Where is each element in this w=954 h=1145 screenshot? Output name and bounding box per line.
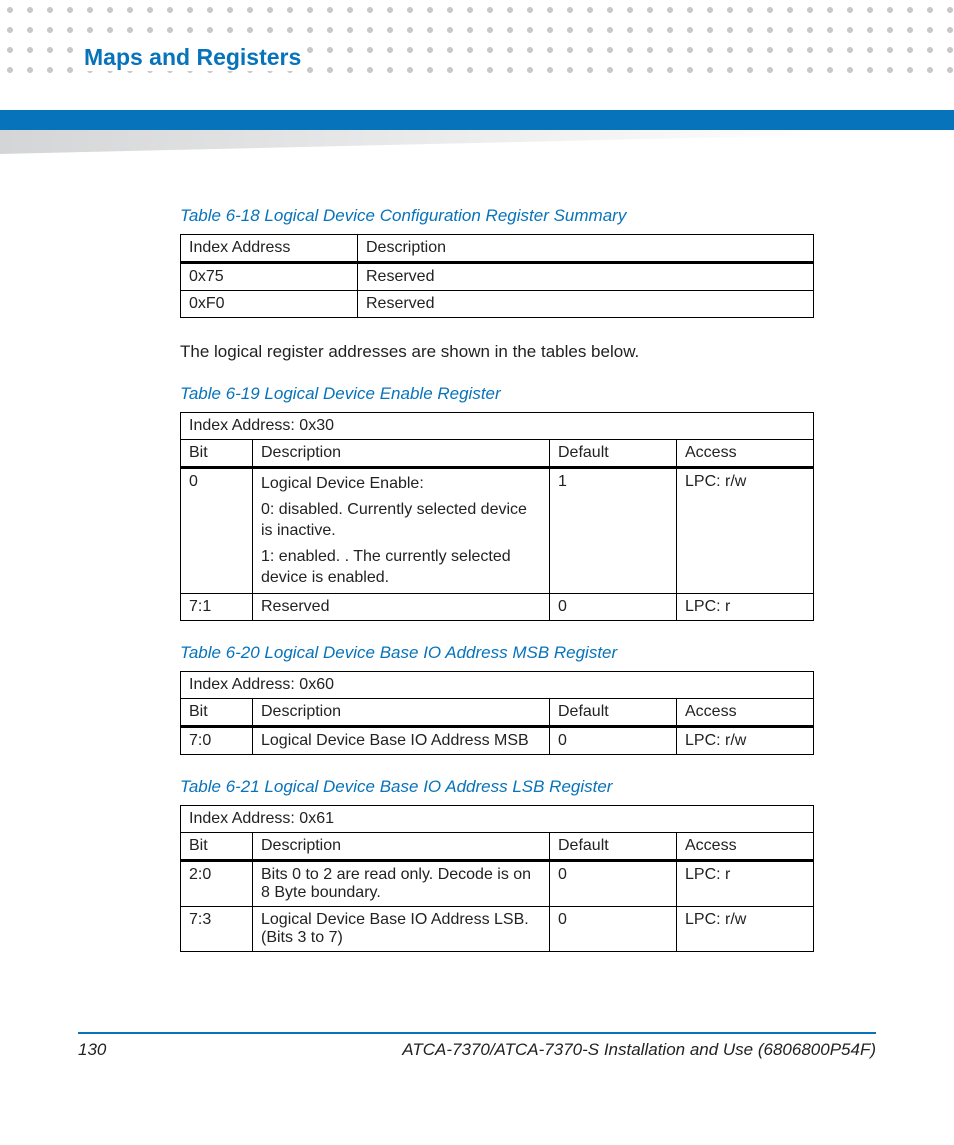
table-address: Index Address: 0x60 bbox=[181, 671, 814, 698]
table-6-20: Index Address: 0x60 Bit Description Defa… bbox=[180, 671, 814, 755]
col-header: Description bbox=[253, 440, 550, 468]
header-rule bbox=[0, 110, 954, 130]
cell: LPC: r bbox=[677, 860, 814, 906]
cell-line: Logical Device Enable: bbox=[261, 473, 541, 495]
col-header: Access bbox=[677, 698, 814, 726]
cell: 0x75 bbox=[181, 263, 358, 291]
table-caption: Table 6-18 Logical Device Configuration … bbox=[180, 206, 814, 226]
col-header: Description bbox=[253, 698, 550, 726]
cell: 0 bbox=[550, 593, 677, 620]
col-header: Default bbox=[550, 440, 677, 468]
col-header: Default bbox=[550, 698, 677, 726]
col-header: Index Address bbox=[181, 235, 358, 263]
header-shadow bbox=[0, 130, 954, 154]
page-content: Table 6-18 Logical Device Configuration … bbox=[0, 154, 954, 972]
cell: 2:0 bbox=[181, 860, 253, 906]
cell: Logical Device Base IO Address MSB bbox=[253, 726, 550, 754]
cell: 0 bbox=[550, 906, 677, 951]
table-caption: Table 6-19 Logical Device Enable Registe… bbox=[180, 384, 814, 404]
col-header: Description bbox=[253, 832, 550, 860]
cell: LPC: r/w bbox=[677, 906, 814, 951]
cell: 7:0 bbox=[181, 726, 253, 754]
table-6-21: Index Address: 0x61 Bit Description Defa… bbox=[180, 805, 814, 952]
col-header: Default bbox=[550, 832, 677, 860]
col-header: Description bbox=[358, 235, 814, 263]
cell: 7:1 bbox=[181, 593, 253, 620]
cell: LPC: r bbox=[677, 593, 814, 620]
table-6-19: Index Address: 0x30 Bit Description Defa… bbox=[180, 412, 814, 621]
cell: 1 bbox=[550, 468, 677, 594]
cell: Logical Device Enable: 0: disabled. Curr… bbox=[253, 468, 550, 594]
col-header: Bit bbox=[181, 832, 253, 860]
table-caption: Table 6-21 Logical Device Base IO Addres… bbox=[180, 777, 814, 797]
cell: 7:3 bbox=[181, 906, 253, 951]
section-title: Maps and Registers bbox=[78, 44, 307, 71]
cell: 0 bbox=[550, 726, 677, 754]
col-header: Access bbox=[677, 440, 814, 468]
table-address: Index Address: 0x30 bbox=[181, 413, 814, 440]
cell: LPC: r/w bbox=[677, 726, 814, 754]
table-address: Index Address: 0x61 bbox=[181, 805, 814, 832]
table-caption: Table 6-20 Logical Device Base IO Addres… bbox=[180, 643, 814, 663]
col-header: Bit bbox=[181, 698, 253, 726]
cell: 0 bbox=[181, 468, 253, 594]
cell: Reserved bbox=[358, 263, 814, 291]
cell: LPC: r/w bbox=[677, 468, 814, 594]
cell: Bits 0 to 2 are read only. Decode is on … bbox=[253, 860, 550, 906]
cell: Reserved bbox=[253, 593, 550, 620]
doc-title: ATCA-7370/ATCA-7370-S Installation and U… bbox=[402, 1040, 876, 1060]
page-footer: 130 ATCA-7370/ATCA-7370-S Installation a… bbox=[78, 1032, 876, 1060]
cell: 0 bbox=[550, 860, 677, 906]
header-pattern: Maps and Registers bbox=[0, 0, 954, 80]
cell: Reserved bbox=[358, 291, 814, 318]
cell: Logical Device Base IO Address LSB. (Bit… bbox=[253, 906, 550, 951]
cell-line: 1: enabled. . The currently selected dev… bbox=[261, 546, 541, 589]
body-paragraph: The logical register addresses are shown… bbox=[180, 342, 814, 362]
cell-line: 0: disabled. Currently selected device i… bbox=[261, 499, 541, 542]
page-number: 130 bbox=[78, 1040, 106, 1060]
col-header: Access bbox=[677, 832, 814, 860]
table-6-18: Index Address Description 0x75 Reserved … bbox=[180, 234, 814, 318]
col-header: Bit bbox=[181, 440, 253, 468]
cell: 0xF0 bbox=[181, 291, 358, 318]
